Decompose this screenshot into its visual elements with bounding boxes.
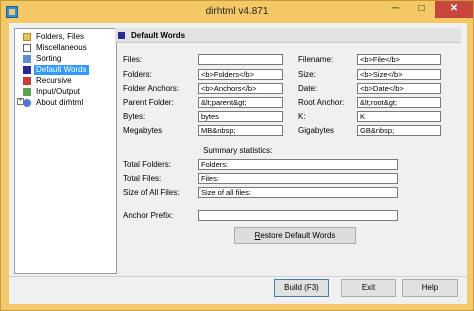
folders-field[interactable]: <b>Folders</b> [198, 69, 283, 80]
files-label: Files: [123, 55, 143, 64]
folder-anchors-field[interactable]: <b>Anchors</b> [198, 83, 283, 94]
app-window: dirhtml v4.871 ─ □ ✕ Folders, Files Misc… [0, 0, 474, 311]
build-button[interactable]: Build (F3) [274, 279, 329, 297]
default-words-panel: Default Words Files: Filename: <b>File</… [115, 28, 461, 274]
minimize-button[interactable]: ─ [383, 1, 408, 18]
tree-item-label: Input/Output [36, 87, 81, 96]
folder-icon [23, 33, 31, 41]
total-files-field[interactable]: Files: [198, 173, 398, 184]
help-button[interactable]: Help [402, 279, 458, 297]
tree-item-label: Miscellaneous [36, 43, 87, 52]
footer-divider [9, 276, 467, 277]
date-field[interactable]: <b>Date</b> [357, 83, 441, 94]
io-icon [23, 88, 31, 96]
client-area: Folders, Files Miscellaneous Sorting Def… [9, 23, 467, 304]
parent-folder-label: Parent Folder: [123, 98, 174, 107]
megabytes-field[interactable]: MB&nbsp; [198, 125, 283, 136]
megabytes-label: Megabytes [123, 126, 163, 135]
anchor-prefix-field[interactable] [198, 210, 398, 221]
maximize-button[interactable]: □ [409, 1, 434, 18]
k-label: K: [298, 112, 306, 121]
panel-header: Default Words [115, 28, 461, 43]
total-folders-label: Total Folders: [123, 160, 172, 169]
folder-anchors-label: Folder Anchors: [123, 84, 180, 93]
filename-label: Filename: [298, 55, 334, 64]
anchor-prefix-label: Anchor Prefix: [123, 211, 174, 220]
tree-item-label: Default Words [34, 65, 89, 75]
k-field[interactable]: K [357, 111, 441, 122]
about-icon [23, 99, 31, 107]
words-icon [23, 66, 31, 74]
summary-heading: Summary statistics: [203, 146, 273, 155]
size-field[interactable]: <b>Size</b> [357, 69, 441, 80]
root-anchor-field[interactable]: &lt;root&gt; [357, 97, 441, 108]
tree-item-label: About dirhtml [36, 98, 84, 107]
sort-icon [23, 55, 31, 63]
exit-button[interactable]: Exit [341, 279, 396, 297]
resize-grip-icon[interactable]: ⋰ [457, 295, 465, 303]
expand-toggle[interactable]: + [17, 98, 24, 105]
filename-field[interactable]: <b>File</b> [357, 54, 441, 65]
words-icon [118, 32, 125, 39]
tree-item-label: Recursive [36, 76, 72, 85]
date-label: Date: [298, 84, 318, 93]
recursive-icon [23, 77, 31, 85]
close-button[interactable]: ✕ [435, 1, 473, 18]
total-folders-field[interactable]: Folders: [198, 159, 398, 170]
restore-label: estore Default Words [260, 231, 336, 240]
settings-tree[interactable]: Folders, Files Miscellaneous Sorting Def… [14, 28, 117, 274]
folders-label: Folders: [123, 70, 152, 79]
title-bar[interactable]: dirhtml v4.871 ─ □ ✕ [1, 1, 473, 23]
restore-default-words-button[interactable]: Restore Default Words [234, 227, 356, 244]
bytes-label: Bytes: [123, 112, 146, 121]
root-anchor-label: Root Anchor: [298, 98, 345, 107]
size-all-files-field[interactable]: Size of all files: [198, 187, 398, 198]
tree-item-label: Sorting [36, 54, 62, 63]
files-field[interactable] [198, 54, 283, 65]
gigabytes-field[interactable]: GB&nbsp; [357, 125, 441, 136]
size-all-files-label: Size of All Files: [123, 188, 180, 197]
list-icon [23, 44, 31, 52]
tree-item-label: Folders, Files [36, 32, 85, 41]
total-files-label: Total Files: [123, 174, 162, 183]
panel-title: Default Words [131, 31, 186, 40]
size-label: Size: [298, 70, 316, 79]
bytes-field[interactable]: bytes [198, 111, 283, 122]
parent-folder-field[interactable]: &lt;parent&gt; [198, 97, 283, 108]
gigabytes-label: Gigabytes [298, 126, 335, 135]
